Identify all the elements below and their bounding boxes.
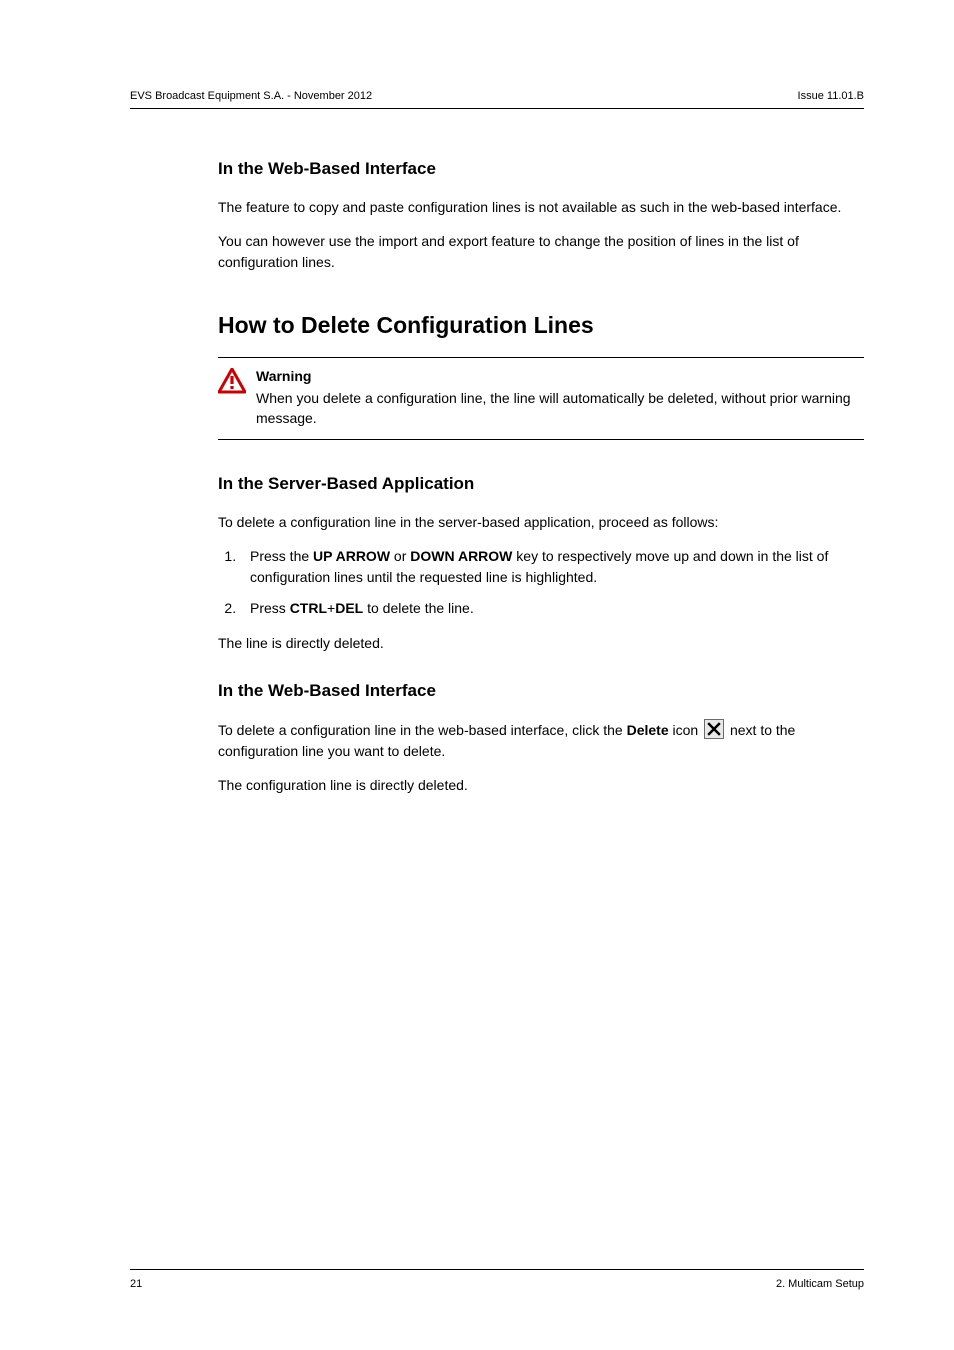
section-reference: 2. Multicam Setup (776, 1278, 864, 1290)
key-up-arrow: UP ARROW (313, 548, 390, 564)
paragraph: The configuration line is directly delet… (218, 775, 864, 795)
heading-web-interface-2: In the Web-Based Interface (218, 681, 864, 701)
key-down-arrow: DOWN ARROW (410, 548, 512, 564)
list-item: Press CTRL+DEL to delete the line. (240, 598, 864, 619)
text: Press the (250, 548, 313, 564)
heading-server-based: In the Server-Based Application (218, 474, 864, 494)
page-content: In the Web-Based Interface The feature t… (218, 159, 864, 795)
page-number: 21 (130, 1278, 142, 1290)
heading-how-to-delete: How to Delete Configuration Lines (218, 312, 864, 339)
list-item: Press the UP ARROW or DOWN ARROW key to … (240, 546, 864, 588)
paragraph: The feature to copy and paste configurat… (218, 197, 864, 217)
page-footer: 21 2. Multicam Setup (130, 1269, 864, 1290)
warning-triangle-icon (218, 368, 246, 399)
paragraph: To delete a configuration line in the se… (218, 512, 864, 532)
delete-x-icon (704, 719, 724, 739)
page-header: EVS Broadcast Equipment S.A. - November … (130, 90, 864, 109)
text: + (327, 600, 335, 616)
steps-list: Press the UP ARROW or DOWN ARROW key to … (218, 546, 864, 619)
text: icon (669, 722, 702, 738)
warning-body: When you delete a configuration line, th… (256, 390, 851, 426)
paragraph: To delete a configuration line in the we… (218, 719, 864, 761)
warning-callout: Warning When you delete a configuration … (218, 357, 864, 440)
text: To delete a configuration line in the we… (218, 722, 627, 738)
warning-title: Warning (256, 366, 864, 386)
text: or (390, 548, 410, 564)
header-left: EVS Broadcast Equipment S.A. - November … (130, 90, 372, 102)
paragraph: The line is directly deleted. (218, 633, 864, 653)
header-right: Issue 11.01.B (798, 90, 864, 102)
paragraph: You can however use the import and expor… (218, 231, 864, 272)
warning-text: Warning When you delete a configuration … (256, 366, 864, 429)
delete-label: Delete (627, 722, 669, 738)
key-del: DEL (335, 600, 363, 616)
document-page: EVS Broadcast Equipment S.A. - November … (0, 0, 954, 1350)
heading-web-interface-1: In the Web-Based Interface (218, 159, 864, 179)
text: Press (250, 600, 290, 616)
text: to delete the line. (363, 600, 474, 616)
key-ctrl: CTRL (290, 600, 327, 616)
